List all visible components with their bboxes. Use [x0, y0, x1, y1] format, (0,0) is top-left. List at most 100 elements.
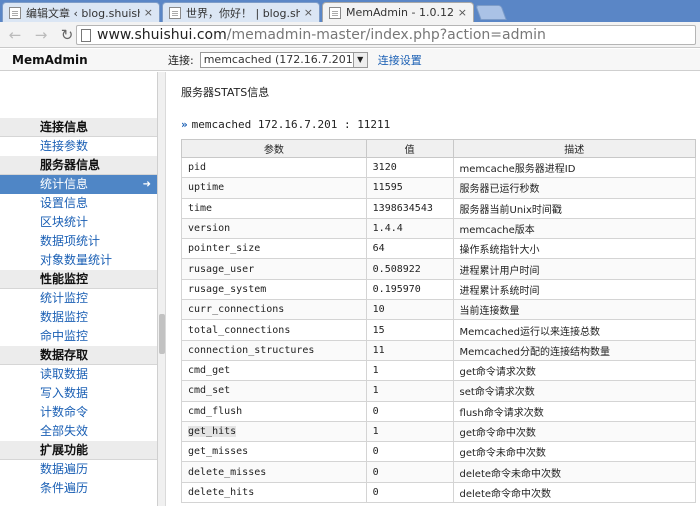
reload-icon[interactable]: ↻	[56, 24, 78, 46]
tab-edit-post[interactable]: 编辑文章 ‹ blog.shuishu ×	[2, 2, 160, 22]
page-favicon-icon	[9, 6, 21, 19]
sidebar-item-label: 数据遍历	[40, 462, 89, 476]
sidebar-item[interactable]: 统计信息 ➜	[0, 175, 157, 194]
connection-select[interactable]: memcached (172.16.7.201:112 ▼	[199, 51, 368, 68]
table-row: pointer_size 64 操作系统指针大小	[181, 238, 697, 260]
value-cell: 11595	[365, 177, 454, 199]
sidebar-section: 扩展功能	[0, 441, 157, 460]
sidebar-item[interactable]: 条件遍历	[0, 479, 157, 498]
double-chevron-icon: »	[181, 118, 188, 131]
sidebar-item[interactable]: 读取数据	[0, 365, 157, 384]
connection-settings-link[interactable]: 连接设置	[378, 52, 422, 68]
param-cell: get_misses	[181, 441, 367, 463]
table-row: pid 3120 memcache服务器进程ID	[181, 156, 697, 179]
sidebar-item-label: 读取数据	[40, 367, 89, 381]
sidebar: 连接信息 连接参数 服务器信息 统计信息 ➜ 设置信息 区块统计 数据项统计 对象数量统计 性能监…	[0, 72, 158, 506]
value-cell: 1	[365, 359, 454, 382]
value-cell: 15	[365, 319, 454, 341]
arrow-right-icon: ➜	[142, 179, 151, 190]
sidebar-scrollbar[interactable]	[158, 72, 166, 506]
app-header: MemAdmin 连接: memcached (172.16.7.201:112…	[0, 49, 700, 71]
desc-cell: flush命令请求次数	[452, 400, 697, 422]
param-cell: pid	[181, 156, 367, 179]
tab-memadmin[interactable]: MemAdmin - 1.0.12 ×	[322, 2, 474, 22]
sidebar-item-label: 命中监控	[40, 329, 89, 343]
scrollbar-thumb[interactable]	[159, 314, 165, 354]
table-row: get_hits 1 get命令命中次数	[181, 420, 697, 443]
sidebar-item-label: 区块统计	[40, 215, 89, 229]
sidebar-item-label: 条件遍历	[40, 481, 89, 495]
tab-strip: 编辑文章 ‹ blog.shuishu × 世界，你好！ | blog.shui…	[0, 0, 700, 22]
sidebar-section: 服务器信息	[0, 156, 157, 175]
new-tab-button[interactable]	[475, 5, 507, 20]
desc-cell: 进程累计系统时间	[452, 278, 697, 301]
value-cell: 0.195970	[365, 278, 454, 301]
tab-hello-world[interactable]: 世界，你好！ | blog.shuis ×	[162, 2, 320, 22]
sidebar-item[interactable]: 计数命令	[0, 403, 157, 422]
sidebar-item[interactable]: 写入数据	[0, 384, 157, 403]
table-row: version 1.4.4 memcache版本	[181, 217, 697, 240]
sidebar-section: 数据存取	[0, 346, 157, 365]
desc-cell: delete命令命中次数	[452, 481, 697, 504]
column-header-desc: 描述	[452, 139, 697, 158]
value-cell: 0.508922	[365, 258, 454, 280]
table-row: delete_hits 0 delete命令命中次数	[181, 481, 697, 504]
sidebar-item[interactable]: 数据项统计	[0, 232, 157, 251]
value-cell: 1	[365, 420, 454, 443]
desc-cell: memcache版本	[452, 217, 697, 240]
address-bar[interactable]: www.shuishui.com/memadmin-master/index.p…	[76, 25, 696, 45]
desc-cell: get命令请求次数	[452, 359, 697, 382]
sidebar-section: 连接信息	[0, 118, 157, 137]
sidebar-item-label: 写入数据	[40, 386, 89, 400]
sidebar-item-label: 数据监控	[40, 310, 89, 324]
sidebar-item[interactable]: 设置信息	[0, 194, 157, 213]
close-icon[interactable]: ×	[458, 6, 467, 19]
sidebar-item-label: 数据存取	[40, 348, 89, 362]
main-content: 服务器STATS信息 » memcached 172.16.7.201 : 112…	[168, 72, 700, 506]
sidebar-item[interactable]: 区块统计	[0, 213, 157, 232]
sidebar-item[interactable]: 数据监控	[0, 308, 157, 327]
page-icon	[81, 28, 91, 42]
param-cell: curr_connections	[181, 299, 367, 321]
page-title: 服务器STATS信息	[181, 86, 270, 99]
param-cell: time	[181, 197, 367, 219]
value-cell: 11	[365, 339, 454, 361]
sidebar-item-label: 统计监控	[40, 291, 89, 305]
sidebar-item[interactable]: 统计监控	[0, 289, 157, 308]
close-icon[interactable]: ×	[304, 6, 313, 19]
sidebar-item-label: 服务器信息	[40, 158, 101, 172]
stats-table: 参数 值 描述 pid 3120 memcache服务器进程ID uptime 1159…	[181, 139, 697, 504]
value-cell: 1	[365, 380, 454, 402]
tab-title: MemAdmin - 1.0.12	[346, 6, 454, 19]
server-heading: » memcached 172.16.7.201 : 11211	[181, 118, 391, 131]
sidebar-item[interactable]: 数据遍历	[0, 460, 157, 479]
desc-cell: 服务器当前Unix时间戳	[452, 197, 697, 219]
sidebar-item-label: 全部失效	[40, 424, 89, 438]
column-header-param: 参数	[181, 139, 367, 158]
desc-cell: Memcached分配的连接结构数量	[452, 339, 697, 361]
value-cell: 0	[365, 461, 454, 483]
table-row: cmd_flush 0 flush命令请求次数	[181, 400, 697, 422]
desc-cell: get命令未命中次数	[452, 441, 697, 463]
table-row: rusage_user 0.508922 进程累计用户时间	[181, 258, 697, 280]
back-arrow-icon[interactable]: ←	[4, 24, 26, 46]
param-cell: delete_misses	[181, 461, 367, 483]
column-header-value: 值	[365, 139, 454, 158]
table-row: cmd_get 1 get命令请求次数	[181, 359, 697, 382]
table-row: uptime 11595 服务器已运行秒数	[181, 177, 697, 199]
dropdown-arrow-icon: ▼	[352, 52, 367, 67]
desc-cell: set命令请求次数	[452, 380, 697, 402]
close-icon[interactable]: ×	[144, 6, 153, 19]
table-row: cmd_set 1 set命令请求次数	[181, 380, 697, 402]
param-cell: rusage_user	[181, 258, 367, 280]
sidebar-item[interactable]: 对象数量统计	[0, 251, 157, 270]
sidebar-item[interactable]: 全部失效	[0, 422, 157, 441]
sidebar-item[interactable]: 连接参数	[0, 137, 157, 156]
desc-cell: 服务器已运行秒数	[452, 177, 697, 199]
table-header-row: 参数 值 描述	[181, 139, 697, 158]
forward-arrow-icon[interactable]: →	[30, 24, 52, 46]
table-row: total_connections 15 Memcached运行以来连接总数	[181, 319, 697, 341]
sidebar-item[interactable]: 命中监控	[0, 327, 157, 346]
param-cell: cmd_set	[181, 380, 367, 402]
